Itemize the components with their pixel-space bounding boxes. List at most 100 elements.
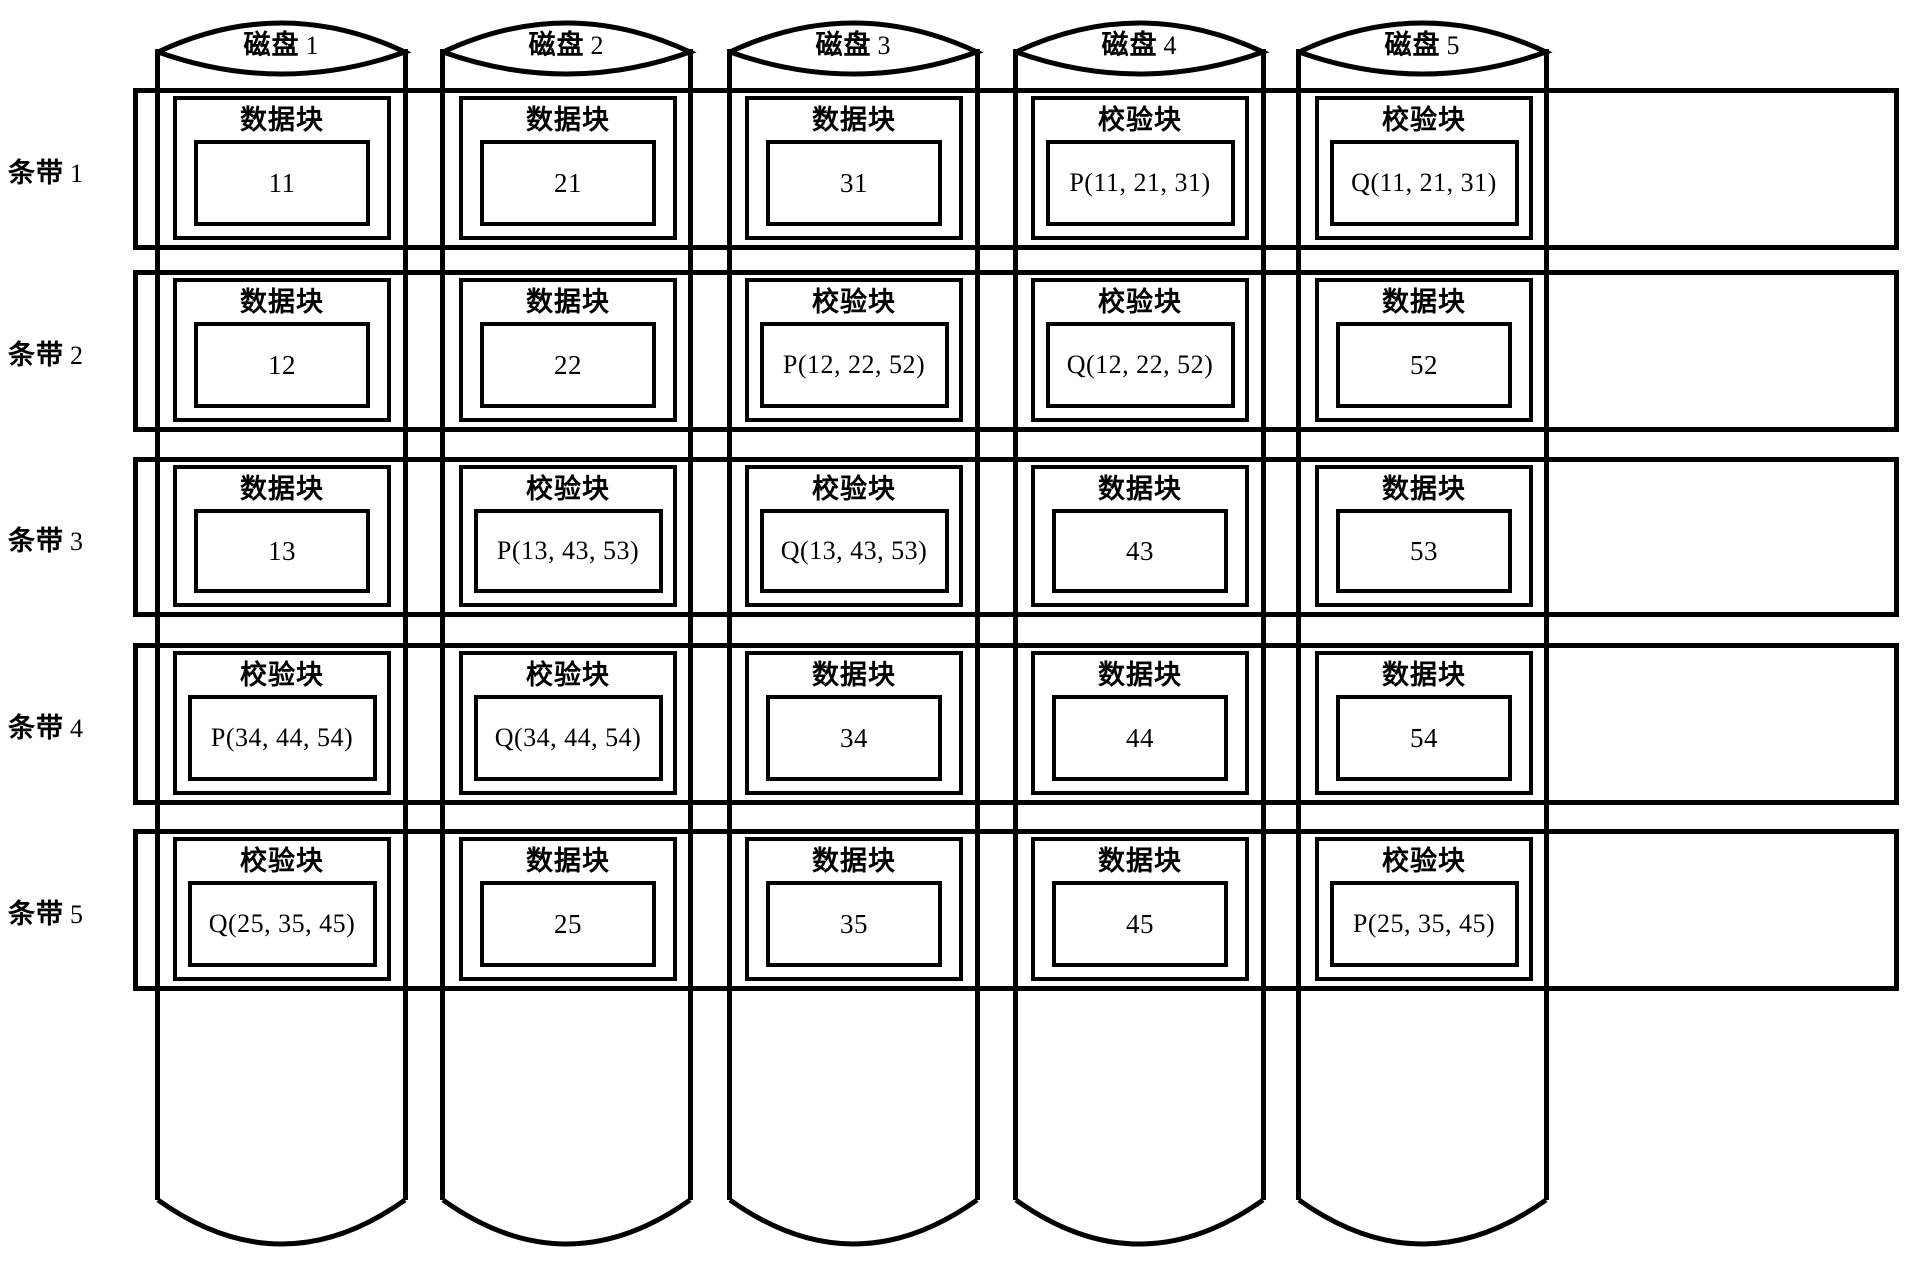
block-type-label-s2-d4: 校验块 bbox=[1098, 287, 1182, 317]
stripe-band-5 bbox=[133, 829, 1899, 991]
stripe-band-2 bbox=[133, 270, 1899, 432]
disk-label-4: 磁盘 4 bbox=[1013, 23, 1266, 62]
data-block-cell-s1-d2: 数据块 21 bbox=[459, 96, 677, 240]
block-value-s4-d5: 54 bbox=[1335, 695, 1513, 781]
stripe-band-1 bbox=[133, 88, 1899, 250]
parity-block-cell-s3-d2: 校验块 P(13, 43, 53) bbox=[459, 465, 677, 607]
disk-bottom-cap-2 bbox=[441, 1197, 692, 1247]
disk-label-text-5: 磁盘 bbox=[1384, 30, 1441, 60]
block-type-label-s1-d5: 校验块 bbox=[1382, 105, 1466, 135]
data-block-cell-s1-d3: 数据块 31 bbox=[745, 96, 963, 240]
data-block-cell-s2-d1: 数据块 12 bbox=[173, 278, 391, 422]
data-block-cell-s2-d5: 数据块 52 bbox=[1315, 278, 1533, 422]
block-value-s4-d3: 34 bbox=[765, 695, 943, 781]
disk-label-text-4: 磁盘 bbox=[1101, 30, 1158, 60]
disk-label-text-2: 磁盘 bbox=[528, 30, 585, 60]
block-type-label-s5-d2: 数据块 bbox=[526, 846, 610, 876]
disk-label-number-5: 5 bbox=[1446, 31, 1461, 60]
block-value-s4-d2: Q(34, 44, 54) bbox=[473, 695, 663, 781]
block-type-label-s4-d3: 数据块 bbox=[812, 660, 896, 690]
stripe-band-4 bbox=[133, 643, 1899, 805]
block-type-label-s3-d5: 数据块 bbox=[1382, 474, 1466, 504]
block-value-s4-d4: 44 bbox=[1051, 695, 1229, 781]
block-type-label-s2-d5: 数据块 bbox=[1382, 287, 1466, 317]
data-block-cell-s3-d1: 数据块 13 bbox=[173, 465, 391, 607]
block-value-s1-d4: P(11, 21, 31) bbox=[1045, 140, 1235, 226]
disk-label-1: 磁盘 1 bbox=[155, 23, 408, 62]
data-block-cell-s5-d4: 数据块 45 bbox=[1031, 837, 1249, 981]
block-value-s3-d4: 43 bbox=[1051, 509, 1229, 593]
block-type-label-s1-d3: 数据块 bbox=[812, 105, 896, 135]
block-value-s1-d3: 31 bbox=[765, 140, 943, 226]
block-type-label-s2-d2: 数据块 bbox=[526, 287, 610, 317]
parity-block-cell-s1-d4: 校验块 P(11, 21, 31) bbox=[1031, 96, 1249, 240]
data-block-cell-s3-d4: 数据块 43 bbox=[1031, 465, 1249, 607]
block-value-s2-d4: Q(12, 22, 52) bbox=[1045, 322, 1235, 408]
block-type-label-s1-d1: 数据块 bbox=[240, 105, 324, 135]
data-block-cell-s4-d5: 数据块 54 bbox=[1315, 651, 1533, 795]
stripe-label-text-4: 条带 bbox=[8, 713, 64, 743]
block-type-label-s4-d1: 校验块 bbox=[240, 660, 324, 690]
block-type-label-s3-d3: 校验块 bbox=[812, 474, 896, 504]
disk-bottom-cap-3 bbox=[728, 1197, 979, 1247]
block-value-s3-d2: P(13, 43, 53) bbox=[473, 509, 663, 593]
block-type-label-s2-d1: 数据块 bbox=[240, 287, 324, 317]
disk-label-5: 磁盘 5 bbox=[1296, 23, 1549, 62]
block-value-s5-d4: 45 bbox=[1051, 881, 1229, 967]
parity-block-cell-s5-d1: 校验块 Q(25, 35, 45) bbox=[173, 837, 391, 981]
parity-block-cell-s4-d2: 校验块 Q(34, 44, 54) bbox=[459, 651, 677, 795]
stripe-label-4: 条带 4 bbox=[8, 706, 84, 745]
block-value-s3-d3: Q(13, 43, 53) bbox=[759, 509, 949, 593]
stripe-label-text-1: 条带 bbox=[8, 158, 64, 188]
block-value-s1-d5: Q(11, 21, 31) bbox=[1329, 140, 1519, 226]
stripe-label-text-3: 条带 bbox=[8, 526, 64, 556]
data-block-cell-s1-d1: 数据块 11 bbox=[173, 96, 391, 240]
stripe-band-3 bbox=[133, 457, 1899, 617]
stripe-label-number-2: 2 bbox=[70, 341, 84, 370]
disk-label-text-1: 磁盘 bbox=[243, 30, 300, 60]
parity-block-cell-s2-d4: 校验块 Q(12, 22, 52) bbox=[1031, 278, 1249, 422]
disk-label-2: 磁盘 2 bbox=[440, 23, 693, 62]
parity-block-cell-s2-d3: 校验块 P(12, 22, 52) bbox=[745, 278, 963, 422]
block-type-label-s5-d3: 数据块 bbox=[812, 846, 896, 876]
block-value-s1-d2: 21 bbox=[479, 140, 657, 226]
stripe-label-number-1: 1 bbox=[70, 159, 84, 188]
stripe-label-5: 条带 5 bbox=[8, 892, 84, 931]
block-type-label-s2-d3: 校验块 bbox=[812, 287, 896, 317]
disk-label-number-2: 2 bbox=[590, 31, 605, 60]
disk-label-3: 磁盘 3 bbox=[727, 23, 980, 62]
disk-label-text-3: 磁盘 bbox=[815, 30, 872, 60]
block-value-s4-d1: P(34, 44, 54) bbox=[187, 695, 377, 781]
block-type-label-s3-d4: 数据块 bbox=[1098, 474, 1182, 504]
block-type-label-s4-d4: 数据块 bbox=[1098, 660, 1182, 690]
block-type-label-s1-d2: 数据块 bbox=[526, 105, 610, 135]
block-value-s2-d5: 52 bbox=[1335, 322, 1513, 408]
data-block-cell-s4-d3: 数据块 34 bbox=[745, 651, 963, 795]
disk-bottom-cap-1 bbox=[156, 1197, 407, 1247]
block-value-s3-d1: 13 bbox=[193, 509, 371, 593]
block-type-label-s3-d1: 数据块 bbox=[240, 474, 324, 504]
block-value-s5-d3: 35 bbox=[765, 881, 943, 967]
disk-label-number-1: 1 bbox=[305, 31, 320, 60]
block-value-s2-d1: 12 bbox=[193, 322, 371, 408]
stripe-label-number-3: 3 bbox=[70, 527, 84, 556]
block-value-s2-d2: 22 bbox=[479, 322, 657, 408]
stripe-label-text-2: 条带 bbox=[8, 340, 64, 370]
block-value-s5-d2: 25 bbox=[479, 881, 657, 967]
stripe-label-1: 条带 1 bbox=[8, 151, 84, 190]
data-block-cell-s4-d4: 数据块 44 bbox=[1031, 651, 1249, 795]
block-value-s5-d5: P(25, 35, 45) bbox=[1329, 881, 1519, 967]
data-block-cell-s5-d3: 数据块 35 bbox=[745, 837, 963, 981]
block-value-s3-d5: 53 bbox=[1335, 509, 1513, 593]
block-value-s2-d3: P(12, 22, 52) bbox=[759, 322, 949, 408]
block-value-s1-d1: 11 bbox=[193, 140, 371, 226]
stripe-label-text-5: 条带 bbox=[8, 899, 64, 929]
parity-block-cell-s1-d5: 校验块 Q(11, 21, 31) bbox=[1315, 96, 1533, 240]
block-type-label-s4-d2: 校验块 bbox=[526, 660, 610, 690]
block-type-label-s5-d5: 校验块 bbox=[1382, 846, 1466, 876]
stripe-label-2: 条带 2 bbox=[8, 333, 84, 372]
block-type-label-s5-d4: 数据块 bbox=[1098, 846, 1182, 876]
disk-label-number-3: 3 bbox=[877, 31, 892, 60]
data-block-cell-s2-d2: 数据块 22 bbox=[459, 278, 677, 422]
parity-block-cell-s5-d5: 校验块 P(25, 35, 45) bbox=[1315, 837, 1533, 981]
